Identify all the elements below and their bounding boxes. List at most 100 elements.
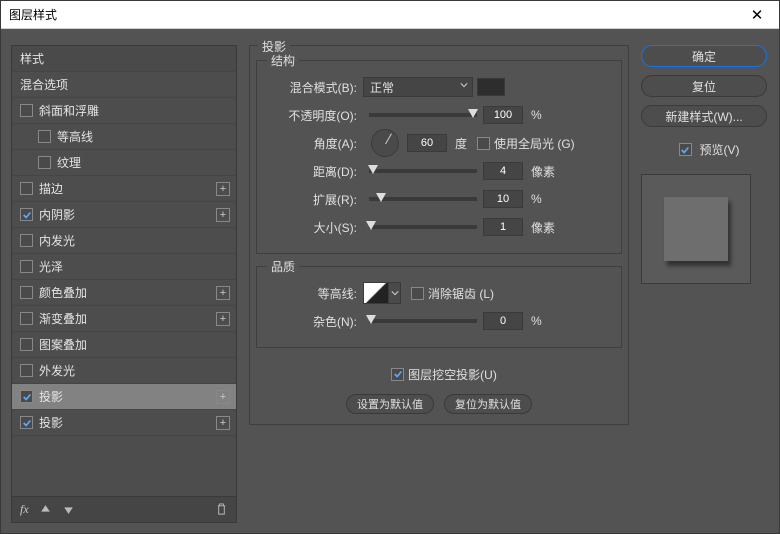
distance-label: 距离(D):	[267, 163, 363, 180]
move-up-icon[interactable]	[39, 503, 52, 516]
sidebar-footer: fx	[12, 496, 236, 522]
style-checkbox[interactable]	[20, 312, 33, 325]
global-light-checkbox[interactable]	[477, 137, 490, 150]
cancel-button[interactable]: 复位	[641, 75, 767, 97]
style-item-label: 纹理	[57, 154, 81, 171]
add-effect-icon[interactable]: +	[216, 208, 230, 222]
knockout-label: 图层挖空投影(U)	[408, 366, 497, 383]
opacity-slider[interactable]	[369, 113, 477, 117]
preview-swatch	[664, 197, 728, 261]
style-checkbox[interactable]	[20, 182, 33, 195]
style-item[interactable]: 纹理	[12, 150, 236, 176]
style-item[interactable]: 内发光	[12, 228, 236, 254]
blend-options-row[interactable]: 混合选项	[12, 72, 236, 98]
add-effect-icon[interactable]: +	[216, 286, 230, 300]
style-checkbox[interactable]	[20, 338, 33, 351]
structure-group: 结构 混合模式(B): 正常 不透明度(O): %	[256, 60, 622, 254]
spread-slider[interactable]	[369, 197, 477, 201]
trash-icon[interactable]	[215, 503, 228, 516]
style-item[interactable]: 外发光	[12, 358, 236, 384]
style-item-label: 等高线	[57, 128, 93, 145]
style-item[interactable]: 等高线	[12, 124, 236, 150]
style-item-label: 投影	[39, 388, 63, 405]
spread-unit: %	[531, 192, 542, 206]
style-item[interactable]: 投影 +	[12, 384, 236, 410]
sidebar-header: 样式	[12, 46, 236, 72]
style-item[interactable]: 光泽	[12, 254, 236, 280]
angle-dial[interactable]	[371, 129, 399, 157]
new-style-button[interactable]: 新建样式(W)...	[641, 105, 767, 127]
quality-legend: 品质	[267, 258, 299, 275]
style-item-label: 投影	[39, 414, 63, 431]
ok-button[interactable]: 确定	[641, 45, 767, 67]
noise-input[interactable]	[483, 312, 523, 330]
move-down-icon[interactable]	[62, 503, 75, 516]
style-item-label: 内发光	[39, 232, 75, 249]
style-item-label: 颜色叠加	[39, 284, 87, 301]
contour-picker[interactable]	[363, 282, 389, 304]
distance-slider[interactable]	[369, 169, 477, 173]
contour-dropdown[interactable]	[389, 282, 401, 304]
style-checkbox[interactable]	[20, 234, 33, 247]
opacity-input[interactable]	[483, 106, 523, 124]
style-item-label: 渐变叠加	[39, 310, 87, 327]
style-item[interactable]: 颜色叠加 +	[12, 280, 236, 306]
size-unit: 像素	[531, 219, 555, 236]
noise-slider[interactable]	[369, 319, 477, 323]
style-item[interactable]: 渐变叠加 +	[12, 306, 236, 332]
blend-mode-select[interactable]: 正常	[363, 77, 473, 97]
style-item-label: 描边	[39, 180, 63, 197]
style-item-label: 斜面和浮雕	[39, 102, 99, 119]
distance-unit: 像素	[531, 163, 555, 180]
antialias-checkbox[interactable]	[411, 287, 424, 300]
size-input[interactable]	[483, 218, 523, 236]
add-effect-icon[interactable]: +	[216, 416, 230, 430]
style-item-label: 图案叠加	[39, 336, 87, 353]
style-item[interactable]: 斜面和浮雕	[12, 98, 236, 124]
angle-label: 角度(A):	[267, 135, 363, 152]
style-checkbox[interactable]	[20, 390, 33, 403]
style-checkbox[interactable]	[20, 286, 33, 299]
add-effect-icon[interactable]: +	[216, 312, 230, 326]
add-effect-icon[interactable]: +	[216, 182, 230, 196]
style-checkbox[interactable]	[38, 156, 51, 169]
color-swatch[interactable]	[477, 78, 505, 96]
style-item-label: 光泽	[39, 258, 63, 275]
style-item[interactable]: 图案叠加	[12, 332, 236, 358]
add-effect-icon[interactable]: +	[216, 390, 230, 404]
style-checkbox[interactable]	[38, 130, 51, 143]
style-item[interactable]: 内阴影 +	[12, 202, 236, 228]
style-item-label: 内阴影	[39, 206, 75, 223]
quality-group: 品质 等高线: 消除锯齿 (L) 杂色(N):	[256, 266, 622, 348]
sidebar-header-label: 样式	[20, 50, 44, 67]
noise-unit: %	[531, 314, 542, 328]
blend-mode-value: 正常	[370, 79, 394, 96]
blend-options-label: 混合选项	[20, 76, 68, 93]
fx-menu-icon[interactable]: fx	[20, 502, 29, 517]
titlebar: 图层样式 ✕	[1, 1, 779, 29]
spread-label: 扩展(R):	[267, 191, 363, 208]
knockout-checkbox[interactable]	[391, 368, 404, 381]
styles-list: 样式 混合选项 斜面和浮雕等高线纹理描边 + 内阴影 + 内发光光泽颜色叠加 + 渐变叠加 +…	[11, 45, 237, 523]
style-checkbox[interactable]	[20, 260, 33, 273]
style-checkbox[interactable]	[20, 104, 33, 117]
global-light-label: 使用全局光 (G)	[494, 135, 575, 152]
distance-input[interactable]	[483, 162, 523, 180]
style-item[interactable]: 投影 +	[12, 410, 236, 436]
chevron-down-icon	[460, 81, 468, 89]
effect-settings-panel: 投影 结构 混合模式(B): 正常 不透明度(O):	[249, 45, 629, 523]
style-checkbox[interactable]	[20, 364, 33, 377]
action-panel: 确定 复位 新建样式(W)... 预览(V)	[641, 45, 767, 523]
reset-default-button[interactable]: 复位为默认值	[444, 394, 532, 414]
spread-input[interactable]	[483, 190, 523, 208]
style-checkbox[interactable]	[20, 208, 33, 221]
preview-checkbox[interactable]	[679, 143, 692, 156]
style-item[interactable]: 描边 +	[12, 176, 236, 202]
style-checkbox[interactable]	[20, 416, 33, 429]
make-default-button[interactable]: 设置为默认值	[346, 394, 434, 414]
close-button[interactable]: ✕	[735, 1, 779, 29]
structure-legend: 结构	[267, 52, 299, 69]
opacity-label: 不透明度(O):	[267, 107, 363, 124]
size-slider[interactable]	[369, 225, 477, 229]
angle-input[interactable]	[407, 134, 447, 152]
